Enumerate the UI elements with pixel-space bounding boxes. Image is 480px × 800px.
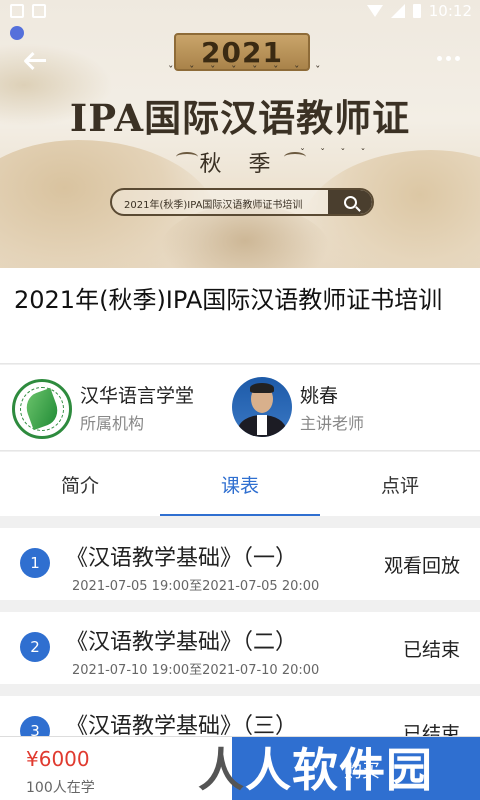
banner-search-button <box>328 190 372 214</box>
lesson-title: 《汉语教学基础》（一） <box>66 546 298 571</box>
banner-title: IPA国际汉语教师证 <box>69 96 411 140</box>
course-info-row: 汉华语言学堂 所属机构 姚春 主讲老师 <box>0 365 480 451</box>
back-button[interactable] <box>22 48 52 74</box>
birds-decoration: ˇ ˇ ˇ ˇ <box>300 148 372 159</box>
list-item[interactable]: 1 《汉语教学基础》（一） 2021-07-05 19:00至2021-07-0… <box>0 528 480 600</box>
course-title: 2021年(秋季)IPA国际汉语教师证书培训 <box>14 286 443 314</box>
teacher-label: 主讲老师 <box>300 414 365 433</box>
notification-icon <box>10 4 24 18</box>
watermark-logo: 人人软件园 <box>198 743 433 797</box>
list-item[interactable]: 2 《汉语教学基础》（二） 2021-07-10 19:00至2021-07-1… <box>0 612 480 684</box>
notification-icon <box>32 4 46 18</box>
birds-decoration: ˇ ˇ ˇ ˇ ˇ ˇ ˇ ˇ <box>168 64 327 77</box>
lesson-title: 《汉语教学基础》（二） <box>66 630 298 655</box>
institution-name[interactable]: 汉华语言学堂 <box>80 381 194 408</box>
tab-schedule[interactable]: 课表 <box>160 452 320 516</box>
institution-label: 所属机构 <box>80 414 145 433</box>
teacher-avatar[interactable] <box>232 377 292 437</box>
status-time: 10:12 <box>428 2 472 20</box>
touch-indicator <box>10 26 24 40</box>
course-title-section: 2021年(秋季)IPA国际汉语教师证书培训 <box>0 268 480 364</box>
banner-search-text: 2021年(秋季)IPA国际汉语教师证书培训 <box>124 200 303 211</box>
enrolled-count: 100人在学 <box>26 780 95 796</box>
tab-reviews[interactable]: 点评 <box>320 452 480 516</box>
battery-icon <box>412 4 421 18</box>
lesson-number-badge: 2 <box>20 632 50 662</box>
teacher-name[interactable]: 姚春 <box>300 381 338 408</box>
lesson-time: 2021-07-10 19:00至2021-07-10 20:00 <box>72 663 320 678</box>
banner-season: 秋 季 <box>199 152 281 177</box>
status-bar: 10:12 <box>0 0 480 24</box>
tab-intro[interactable]: 简介 <box>0 452 160 516</box>
banner-search-bar: 2021年(秋季)IPA国际汉语教师证书培训 <box>110 188 374 216</box>
more-button[interactable] <box>437 56 460 61</box>
course-detail-page: 2021 ˇ ˇ ˇ ˇ ˇ ˇ ˇ ˇ IPA国际汉语教师证 秋 季 ˇ ˇ … <box>0 0 480 800</box>
course-tabs: 简介 课表 点评 <box>0 452 480 516</box>
lesson-status: 已结束 <box>402 639 460 661</box>
course-price: ¥6000 <box>26 747 90 771</box>
lesson-number-badge: 1 <box>20 548 50 578</box>
institution-logo[interactable] <box>12 379 72 439</box>
lesson-time: 2021-07-05 19:00至2021-07-05 20:00 <box>72 579 320 594</box>
wifi-icon <box>366 5 383 17</box>
replay-button[interactable]: 观看回放 <box>384 551 460 578</box>
course-banner: 2021 ˇ ˇ ˇ ˇ ˇ ˇ ˇ ˇ IPA国际汉语教师证 秋 季 ˇ ˇ … <box>0 0 480 268</box>
search-icon <box>343 195 357 209</box>
more-icon <box>437 56 442 61</box>
signal-icon <box>390 4 405 18</box>
